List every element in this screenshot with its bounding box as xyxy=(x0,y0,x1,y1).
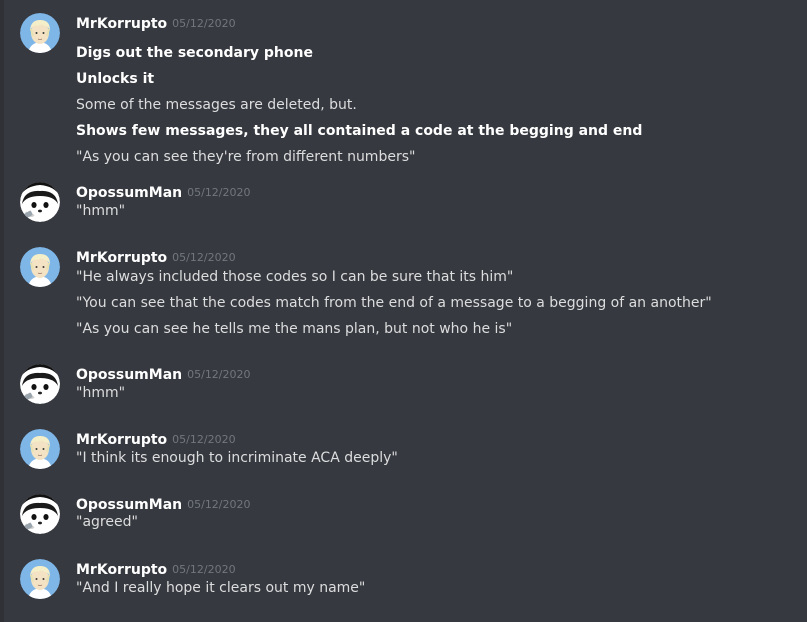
message-text: "And I really hope it clears out my name… xyxy=(76,580,366,596)
author-name[interactable]: MrKorrupto xyxy=(76,432,167,448)
message-timestamp: 05/12/2020 xyxy=(172,563,236,576)
author-name[interactable]: OpossumMan xyxy=(76,185,182,201)
opossum-avatar-icon[interactable] xyxy=(20,364,60,404)
message-text: "You can see that the codes match from t… xyxy=(76,295,712,311)
user-avatar-icon[interactable] xyxy=(20,13,60,53)
message-text: Some of the messages are deleted, but. xyxy=(76,97,357,113)
message-text: "As you can see he tells me the mans pla… xyxy=(76,321,513,337)
opossum-avatar-icon[interactable] xyxy=(20,494,60,534)
user-avatar-icon[interactable] xyxy=(20,247,60,287)
message-text: Shows few messages, they all contained a… xyxy=(76,123,643,139)
message-header: MrKorrupto 05/12/2020 xyxy=(76,247,236,267)
message-header: OpossumMan 05/12/2020 xyxy=(76,182,251,202)
message-timestamp: 05/12/2020 xyxy=(187,186,251,199)
author-name[interactable]: MrKorrupto xyxy=(76,562,167,578)
message-header: OpossumMan 05/12/2020 xyxy=(76,364,251,384)
author-name[interactable]: MrKorrupto xyxy=(76,16,167,32)
user-avatar-icon[interactable] xyxy=(20,559,60,599)
message-text: "He always included those codes so I can… xyxy=(76,269,514,285)
message-timestamp: 05/12/2020 xyxy=(187,498,251,511)
message-timestamp: 05/12/2020 xyxy=(172,17,236,30)
message-timestamp: 05/12/2020 xyxy=(172,433,236,446)
author-name[interactable]: MrKorrupto xyxy=(76,250,167,266)
message-text: Unlocks it xyxy=(76,71,155,87)
message-text: "hmm" xyxy=(76,385,126,401)
message-header: MrKorrupto 05/12/2020 xyxy=(76,429,236,449)
opossum-avatar-icon[interactable] xyxy=(20,182,60,222)
message-header: MrKorrupto 05/12/2020 xyxy=(76,13,236,33)
author-name[interactable]: OpossumMan xyxy=(76,367,182,383)
message-text: "I think its enough to incriminate ACA d… xyxy=(76,450,398,466)
message-timestamp: 05/12/2020 xyxy=(172,251,236,264)
user-avatar-icon[interactable] xyxy=(20,429,60,469)
message-timestamp: 05/12/2020 xyxy=(187,368,251,381)
message-text: "hmm" xyxy=(76,203,126,219)
message-header: MrKorrupto 05/12/2020 xyxy=(76,559,236,579)
left-rail xyxy=(0,0,4,622)
message-text: "As you can see they're from different n… xyxy=(76,149,416,165)
message-text: Digs out the secondary phone xyxy=(76,45,313,61)
message-text: "agreed" xyxy=(76,514,138,530)
